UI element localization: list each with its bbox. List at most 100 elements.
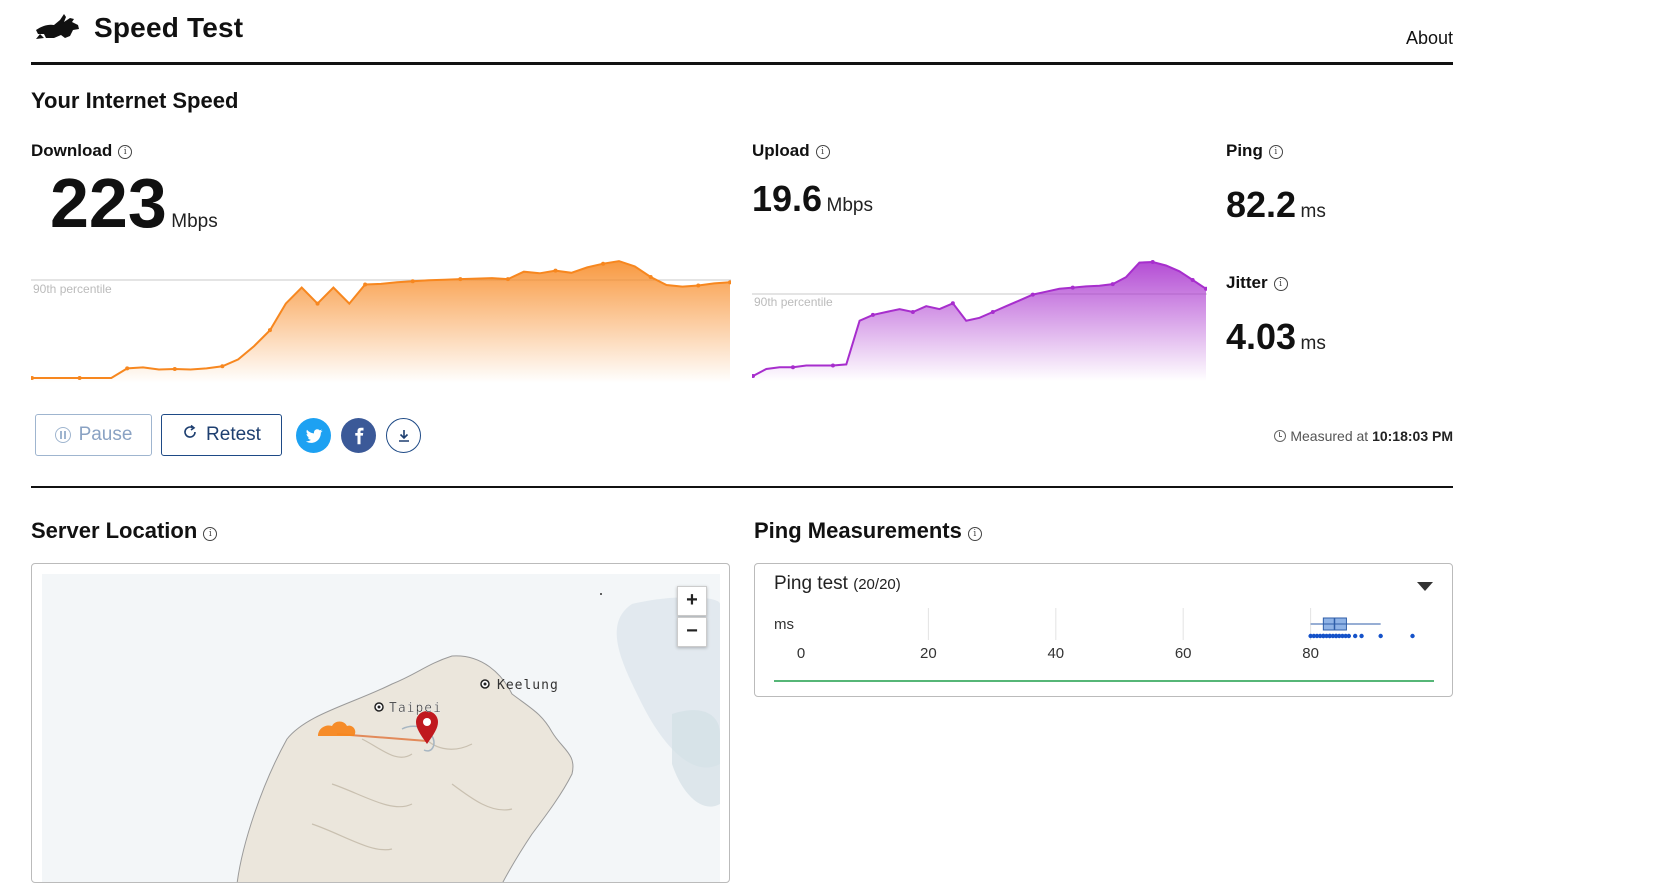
ping-tick-label: 40	[1047, 645, 1064, 662]
upload-point	[1150, 260, 1155, 264]
upload-label-row: Upload i	[752, 141, 830, 161]
download-point	[601, 261, 606, 266]
server-location-map[interactable]: Keelung Taipei + −	[31, 563, 730, 883]
retest-label: Retest	[206, 424, 261, 445]
server-location-title-row: Server Location i	[31, 518, 218, 544]
download-area	[32, 261, 730, 383]
upload-point	[1190, 278, 1195, 283]
download-point	[315, 301, 320, 306]
info-icon[interactable]: i	[967, 527, 982, 541]
ping-point	[1378, 633, 1383, 639]
upload-point	[950, 301, 955, 306]
download-label-row: Download i	[31, 141, 133, 161]
header-divider	[31, 62, 1453, 65]
server-location-title: Server Location	[31, 518, 198, 543]
twitter-share-button[interactable]	[296, 418, 331, 453]
upload-area	[753, 262, 1206, 381]
retest-icon	[182, 424, 198, 446]
section-divider	[31, 486, 1453, 488]
ping-tick-label: 0	[797, 645, 805, 662]
info-icon[interactable]: i	[1273, 277, 1288, 291]
collapse-caret-icon[interactable]	[1417, 582, 1433, 591]
zoom-out-button[interactable]: −	[677, 617, 707, 647]
download-percentile-label: 90th percentile	[33, 282, 112, 296]
facebook-share-button[interactable]	[341, 418, 376, 453]
ping-point	[1410, 633, 1415, 639]
ping-point	[1352, 633, 1358, 639]
download-point	[696, 283, 701, 288]
ping-test-header[interactable]: Ping test (20/20)	[774, 573, 901, 595]
ping-test-count: (20/20)	[853, 576, 901, 593]
download-point	[505, 277, 510, 282]
upload-point	[1030, 292, 1035, 297]
upload-point	[990, 310, 995, 315]
download-chart: 90th percentile	[31, 260, 731, 383]
download-point	[410, 279, 415, 284]
zoom-in-button[interactable]: +	[677, 586, 707, 616]
ping-measurements-title-row: Ping Measurements i	[754, 518, 982, 544]
ping-label: Ping	[1226, 141, 1263, 160]
ping-value-row: 82.2 ms	[1226, 184, 1326, 226]
download-point	[125, 366, 130, 371]
about-link[interactable]: About	[1406, 28, 1453, 49]
download-point	[77, 376, 82, 380]
ping-value: 82.2	[1226, 184, 1297, 225]
info-icon[interactable]: i	[118, 145, 133, 159]
upload-point	[830, 363, 835, 368]
download-point	[172, 366, 177, 371]
ping-tick-labels: 0 20 40 60 80	[797, 645, 1319, 662]
ping-boxplot: 0 20 40 60 80	[774, 608, 1434, 682]
upload-value-row: 19.6 Mbps	[752, 178, 873, 220]
download-value: 223	[50, 164, 167, 242]
download-value-row: 223 Mbps	[50, 163, 218, 243]
info-icon[interactable]: i	[1268, 145, 1283, 159]
ping-measurements-title: Ping Measurements	[754, 518, 962, 543]
measured-at: Measured at 10:18:03 PM	[1274, 428, 1453, 444]
ping-unit: ms	[1300, 201, 1326, 222]
ping-tick-label: 20	[920, 645, 937, 662]
download-point	[648, 275, 653, 280]
retest-button[interactable]: Retest	[161, 414, 282, 456]
info-icon[interactable]: i	[815, 145, 830, 159]
clock-icon	[1274, 430, 1287, 442]
download-unit: Mbps	[171, 211, 218, 232]
measured-time: 10:18:03 PM	[1372, 428, 1453, 444]
upload-chart: 90th percentile	[752, 260, 1207, 381]
download-point	[363, 282, 368, 287]
map-canvas[interactable]: Keelung Taipei	[32, 564, 730, 883]
download-point	[267, 328, 272, 333]
upload-point	[870, 312, 875, 317]
upload-value: 19.6	[752, 178, 823, 219]
pause-label: Pause	[78, 424, 133, 445]
brand-title[interactable]: Speed Test	[94, 12, 243, 44]
speed-section-title: Your Internet Speed	[31, 88, 239, 113]
upload-point	[910, 310, 915, 315]
download-icon	[398, 429, 409, 442]
download-point	[553, 268, 558, 273]
jitter-label: Jitter	[1226, 273, 1268, 292]
pause-button[interactable]: Pause	[35, 414, 152, 456]
download-point	[458, 277, 463, 282]
jitter-unit: ms	[1300, 333, 1326, 354]
upload-unit: Mbps	[826, 195, 873, 216]
jitter-value-row: 4.03 ms	[1226, 316, 1326, 358]
measured-prefix: Measured at	[1290, 428, 1369, 444]
pause-icon	[54, 427, 71, 443]
info-icon[interactable]: i	[203, 527, 218, 541]
ping-test-label: Ping test	[774, 573, 848, 594]
ping-tick-label: 80	[1302, 645, 1319, 662]
jitter-label-row: Jitter i	[1226, 273, 1288, 293]
ping-measurements-panel: Ping test (20/20) ms 0 20 40 60 80	[754, 563, 1453, 697]
ping-points	[1308, 633, 1415, 639]
ping-label-row: Ping i	[1226, 141, 1283, 161]
download-label: Download	[31, 141, 113, 160]
upload-label: Upload	[752, 141, 810, 160]
download-point	[220, 364, 225, 369]
upload-point	[1110, 282, 1115, 287]
ping-point	[1359, 633, 1364, 639]
facebook-icon	[354, 427, 363, 444]
city-label-taipei: Taipei	[389, 701, 442, 716]
jitter-value: 4.03	[1226, 316, 1297, 357]
download-results-button[interactable]	[386, 418, 421, 453]
logo-rabbit-icon[interactable]	[34, 12, 82, 44]
